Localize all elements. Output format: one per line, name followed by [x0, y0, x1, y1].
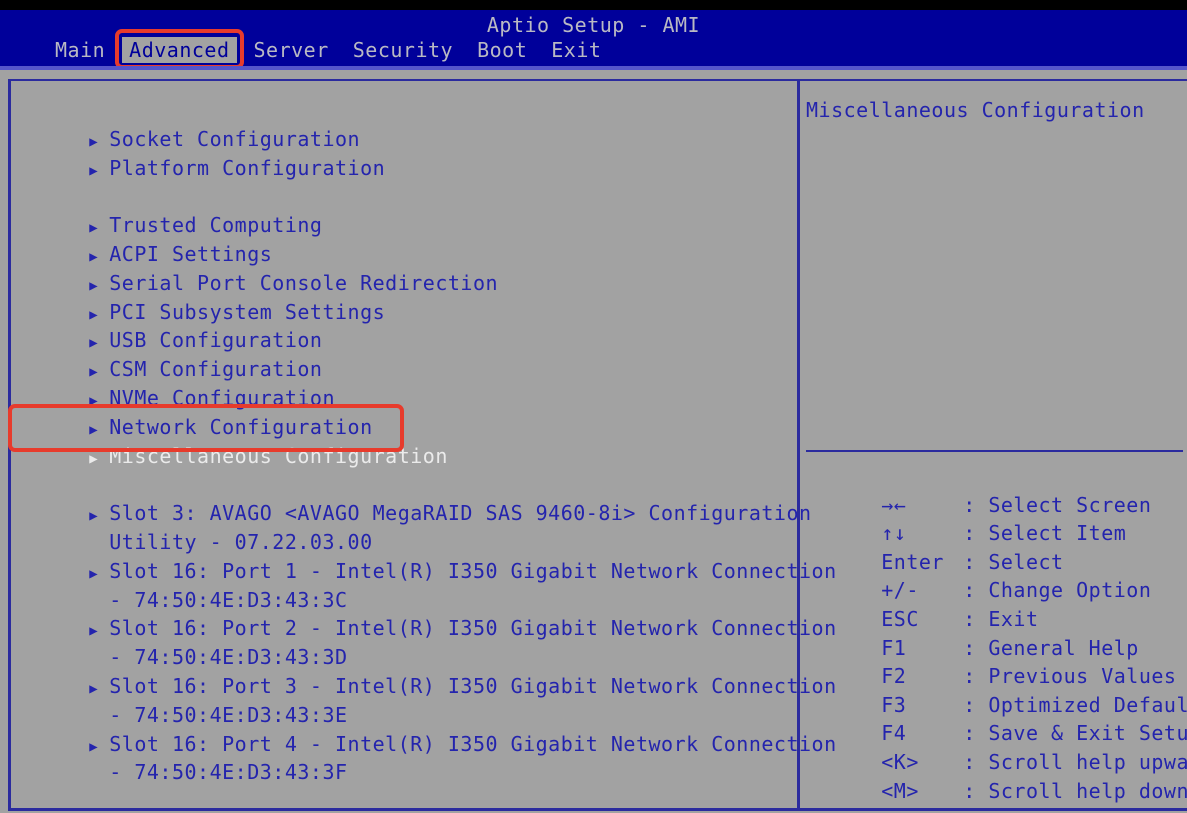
item-help-text: Miscellaneous Configuration [806, 98, 1145, 122]
submenu-item-row: ▶ [14, 442, 789, 471]
key-legend-action: : Previous Values [963, 664, 1177, 689]
bios-setup-screen: Aptio Setup - AMI Main Advanced Server S… [0, 0, 1187, 813]
submenu-item-row[interactable]: ▶ Slot 16: Port 2 - Intel(R) I350 Gigabit… [14, 586, 836, 640]
submenu-item-row[interactable]: ▶- 74:50:4E:D3:43:3E [14, 672, 789, 727]
submenu-item-row[interactable]: ▶- 74:50:4E:D3:43:3F [14, 730, 789, 784]
menu-tab-label: Boot [477, 38, 528, 62]
top-black-strip [0, 0, 1187, 10]
key-legend-key: +/- [881, 578, 919, 603]
header-accent-line [0, 66, 1187, 70]
key-legend-row: →← : Select Screen [806, 462, 1187, 517]
submenu-item-row[interactable]: ▶Utility - 07.22.03.00 [14, 499, 789, 554]
submenu-item-row[interactable]: ▶ Socket Configuration [14, 96, 789, 151]
submenu-item-row[interactable]: ▶ Slot 3: AVAGO <AVAGO MegaRAID SAS 9460-… [14, 470, 811, 525]
submenu-item-row[interactable]: ▶ Trusted Computing [14, 182, 789, 237]
submenu-item-row[interactable]: ▶Driver Health [14, 787, 789, 813]
key-legend-key: →← [881, 492, 907, 517]
key-legend-key: <K> [881, 749, 919, 774]
submenu-item-row[interactable]: ▶ Slot 16: Port 3 - Intel(R) I350 Gigabit… [14, 643, 836, 698]
key-legend-action: : Scroll help downwards [963, 778, 1187, 803]
key-legend-key: ESC [881, 606, 919, 631]
panel-border-top [8, 79, 1187, 81]
submenu-item-row[interactable]: ▶ ACPI Settings [14, 211, 789, 266]
submenu-item-row[interactable]: ▶ Slot 16: Port 4 - Intel(R) I350 Gigabit… [14, 701, 836, 756]
key-legend-action: : Optimized Defaults [963, 692, 1187, 717]
submenu-list: ▶ Socket Configuration ▶ Platform Configur… [8, 96, 836, 813]
submenu-item-row[interactable]: ▶- 74:50:4E:D3:43:3D [14, 614, 789, 669]
key-legend-action: : Scroll help upwards [963, 749, 1187, 774]
submenu-item-row[interactable]: ▶ Serial Port Console Redirection [14, 240, 789, 295]
submenu-item-row[interactable]: ▶- 74:50:4E:D3:43:3C [14, 557, 789, 612]
menu-tab[interactable]: Advanced [115, 29, 244, 69]
key-legend-key: Enter [881, 549, 944, 574]
submenu-item-row: ▶ [14, 154, 789, 183]
menu-tab[interactable]: Exit [544, 37, 608, 63]
panel-vertical-divider [797, 79, 800, 811]
key-legend-action: : Save & Exit Setup [963, 721, 1187, 746]
key-legend-key: F1 [881, 635, 907, 660]
key-legend-key: ↑↓ [881, 521, 907, 546]
help-legend-divider [806, 450, 1183, 452]
menu-tab-label: Security [352, 38, 454, 62]
submenu-item-row: ▶ [14, 758, 789, 787]
menu-tab[interactable]: Security [346, 37, 460, 63]
key-legend-key: F3 [881, 692, 907, 717]
submenu-item-row[interactable]: ▶ NVMe Configuration [14, 355, 789, 410]
key-legend-action: : Change Option [963, 578, 1152, 603]
submenu-item-row[interactable]: ▶ USB Configuration [14, 298, 789, 352]
submenu-item-row[interactable]: ▶ Miscellaneous Configuration [8, 403, 789, 468]
key-legend-key: F2 [881, 664, 907, 689]
menu-tab[interactable]: Main [48, 37, 112, 63]
menu-tab-label: Exit [551, 38, 602, 62]
menu-tab[interactable]: Server [247, 37, 336, 63]
menu-bar: Main Advanced Server Security Boot Exit [48, 29, 608, 69]
key-legend: →← : Select Screen ↑↓ : Select Item Enter:… [806, 462, 1187, 803]
key-legend-key: <M> [881, 778, 919, 803]
menu-tab[interactable]: Boot [470, 37, 534, 63]
menu-tab-label: Main [55, 38, 106, 62]
header-bar: Aptio Setup - AMI Main Advanced Server S… [0, 10, 1187, 69]
submenu-item-row[interactable]: ▶ CSM Configuration [14, 326, 789, 381]
submenu-item-row[interactable]: ▶ PCI Subsystem Settings [14, 269, 789, 324]
key-legend-action: : Select [963, 549, 1064, 574]
key-legend-key: F4 [881, 721, 907, 746]
key-legend-action: : Exit [963, 606, 1039, 631]
menu-tab-label: Server [253, 38, 329, 62]
submenu-item-row[interactable]: ▶ Slot 16: Port 1 - Intel(R) I350 Gigabit… [14, 528, 836, 583]
submenu-item-row[interactable]: ▶ Platform Configuration [14, 125, 789, 180]
menu-tab-label: Advanced [129, 38, 230, 62]
key-legend-action: : General Help [963, 635, 1139, 660]
key-legend-action: : Select Item [963, 521, 1127, 546]
key-legend-action: : Select Screen [963, 492, 1152, 517]
